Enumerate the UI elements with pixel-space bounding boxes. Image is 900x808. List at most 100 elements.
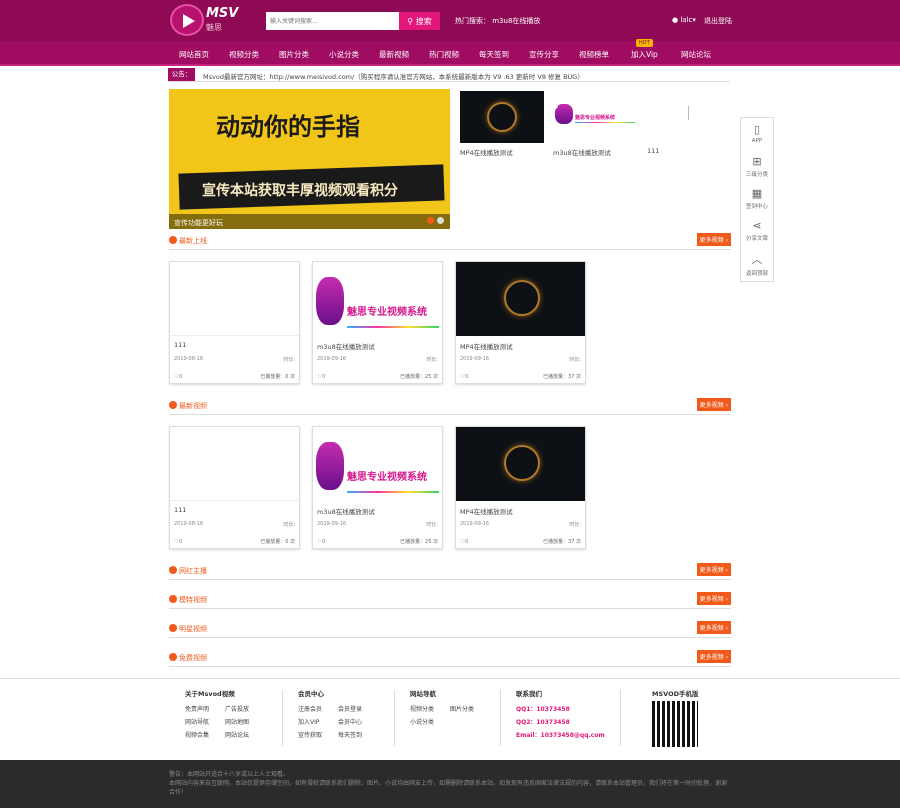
nav-hot-videos[interactable]: 热门视频: [429, 49, 459, 60]
nav-join-vip[interactable]: 加入Vip: [631, 49, 658, 60]
footer-mobile-title: MSVOD手机版: [652, 690, 699, 698]
video-card[interactable]: MP4在线播放测试 2019-09-16 时长: ♡0 已播放量：37 次: [455, 261, 586, 384]
footer-link[interactable]: 网站地图: [225, 717, 265, 726]
section-star-videos: 明星视频 更多视频 ›: [169, 621, 731, 638]
user-name: lalc: [680, 16, 693, 24]
banner-slide[interactable]: 动动你的手指 宣传本站获取丰厚视频观看积分 宣传功能更好玩: [169, 89, 450, 229]
logout-link[interactable]: 退出登陆: [704, 16, 732, 26]
sidebar-signin[interactable]: ▦ 签到中心: [741, 187, 773, 210]
like-count[interactable]: ♡0: [317, 539, 325, 545]
top-video-thumb-1[interactable]: [460, 91, 544, 143]
video-thumb[interactable]: [456, 262, 585, 336]
footer-link[interactable]: 视频分类: [410, 704, 450, 713]
video-thumb[interactable]: [170, 262, 299, 336]
hot-word-link[interactable]: m3u8在线播放: [492, 17, 540, 25]
footer-link[interactable]: 每天签到: [338, 730, 378, 739]
like-count[interactable]: ♡0: [460, 374, 468, 380]
footer-link[interactable]: 宣传获取: [298, 730, 338, 739]
promo-text: 魅思专业视频系统: [575, 115, 616, 121]
logo-text[interactable]: MSV: [206, 6, 238, 21]
color-bar: [575, 122, 635, 123]
play-logo-icon: [316, 277, 344, 325]
like-count[interactable]: ♡0: [174, 539, 182, 545]
nav-video-category[interactable]: 视频分类: [229, 49, 259, 60]
more-videos-button[interactable]: 更多视频 ›: [696, 563, 731, 576]
video-title[interactable]: MP4在线播放测试: [460, 341, 513, 351]
video-card[interactable]: 魅思专业视频系统 m3u8在线播放测试 2019-09-16 时长: ♡0 已播…: [312, 426, 443, 549]
more-videos-button[interactable]: 更多视频 ›: [696, 398, 731, 411]
logo-subtext: 魅思: [206, 23, 222, 32]
nav-latest-videos[interactable]: 最新视频: [379, 49, 409, 60]
top-video-title-3[interactable]: 111: [647, 147, 659, 155]
sidebar-share[interactable]: ⋖ 分享文章: [741, 219, 773, 242]
nav-items: 网站首页 视频分类 图片分类 小说分类 最新视频 热门视频 每天签到 宣传分享 …: [0, 41, 900, 66]
footer-link[interactable]: 加入VIP: [298, 717, 338, 726]
like-count[interactable]: ♡0: [317, 374, 325, 380]
play-count: 已播放量：37 次: [543, 374, 581, 380]
nav-home[interactable]: 网站首页: [179, 49, 209, 60]
video-title[interactable]: m3u8在线播放测试: [317, 506, 375, 516]
video-thumb[interactable]: [456, 427, 585, 501]
slider-dot-2[interactable]: [437, 217, 444, 224]
footer-about: 关于Msvod视频 免责声明 广告投放 网站导航 网站地图 视频合集 网站论坛: [185, 688, 265, 743]
nav-share[interactable]: 宣传分享: [529, 49, 559, 60]
notice-text[interactable]: Msvod最新官方网址：http://www.meisivod.com/（购买程…: [203, 71, 584, 81]
video-title[interactable]: MP4在线播放测试: [460, 506, 513, 516]
logo-icon[interactable]: [170, 4, 204, 36]
nav-novel-category[interactable]: 小说分类: [329, 49, 359, 60]
sidebar-app[interactable]: ▯ APP: [741, 123, 773, 144]
qr-code-icon: [652, 701, 698, 747]
video-title[interactable]: 111: [174, 506, 186, 514]
footer-link[interactable]: 会员中心: [338, 717, 378, 726]
sidebar-top[interactable]: ︿ 返回顶部: [741, 251, 773, 277]
video-thumb[interactable]: [170, 427, 299, 501]
nav-ranking[interactable]: 视频榜单: [579, 49, 609, 60]
video-date: 2019-09-16: [460, 356, 490, 362]
share-icon: ⋖: [752, 219, 762, 232]
user-menu[interactable]: ● lalc▾: [672, 16, 696, 24]
more-videos-button[interactable]: 更多视频 ›: [696, 621, 731, 634]
video-thumb[interactable]: 魅思专业视频系统: [313, 262, 442, 336]
footer-divider: [394, 690, 395, 746]
email-text[interactable]: Email：10373458@qq.com: [516, 730, 605, 739]
more-videos-button[interactable]: 更多视频 ›: [696, 592, 731, 605]
footer-link[interactable]: 网站导航: [185, 717, 225, 726]
like-count[interactable]: ♡0: [174, 374, 182, 380]
footer-link[interactable]: 会员登录: [338, 704, 378, 713]
play-count: 已播放量：0 次: [260, 374, 295, 380]
nav-daily-signin[interactable]: 每天签到: [479, 49, 509, 60]
footer-link[interactable]: 视频合集: [185, 730, 225, 739]
footer-link[interactable]: 网站论坛: [225, 730, 265, 739]
video-card[interactable]: 111 2019-08-16 时长: ♡0 已播放量：0 次: [169, 261, 300, 384]
footer-link[interactable]: 图片分类: [450, 704, 490, 713]
video-date: 2019-08-16: [174, 356, 204, 362]
top-video-title-1[interactable]: MP4在线播放测试: [460, 147, 513, 157]
more-videos-button[interactable]: 更多视频 ›: [696, 233, 731, 246]
video-title[interactable]: m3u8在线播放测试: [317, 341, 375, 351]
disclaimer-line-2: 本网站内容来自互联网，本站仅提供存储空间，如有侵权请联系我们删除，图片、小说均由…: [169, 780, 728, 796]
like-value: 0: [178, 539, 183, 545]
video-title[interactable]: 111: [174, 341, 186, 349]
sidebar-category[interactable]: ⊞ 三级分类: [741, 155, 773, 178]
promo-text: 魅思专业视频系统: [347, 472, 427, 483]
more-videos-button[interactable]: 更多视频 ›: [696, 650, 731, 663]
footer-link[interactable]: 广告投放: [225, 704, 265, 713]
chevron-down-icon: ▾: [692, 16, 696, 24]
footer-link[interactable]: 小说分类: [410, 717, 450, 726]
footer-link[interactable]: 注册会员: [298, 704, 338, 713]
search-button[interactable]: ⚲ 搜索: [399, 12, 440, 30]
section-internet-celebrity: 网红主播 更多视频 ›: [169, 563, 731, 580]
video-card[interactable]: 魅思专业视频系统 m3u8在线播放测试 2019-09-16 时长: ♡0 已播…: [312, 261, 443, 384]
video-card[interactable]: MP4在线播放测试 2019-09-16 时长: ♡0 已播放量：37 次: [455, 426, 586, 549]
nav-image-category[interactable]: 图片分类: [279, 49, 309, 60]
footer-link[interactable]: 免责声明: [185, 704, 225, 713]
like-count[interactable]: ♡0: [460, 539, 468, 545]
top-video-thumb-2[interactable]: 魅思专业视频系统: [553, 100, 637, 130]
video-length: 时长:: [569, 357, 581, 363]
video-card[interactable]: 111 2019-08-16 时长: ♡0 已播放量：0 次: [169, 426, 300, 549]
video-thumb[interactable]: 魅思专业视频系统: [313, 427, 442, 501]
top-video-title-2[interactable]: m3u8在线播放测试: [553, 147, 611, 157]
search-input[interactable]: [266, 12, 399, 30]
nav-forum[interactable]: 网站论坛: [681, 49, 711, 60]
slider-dot-1[interactable]: [427, 217, 434, 224]
